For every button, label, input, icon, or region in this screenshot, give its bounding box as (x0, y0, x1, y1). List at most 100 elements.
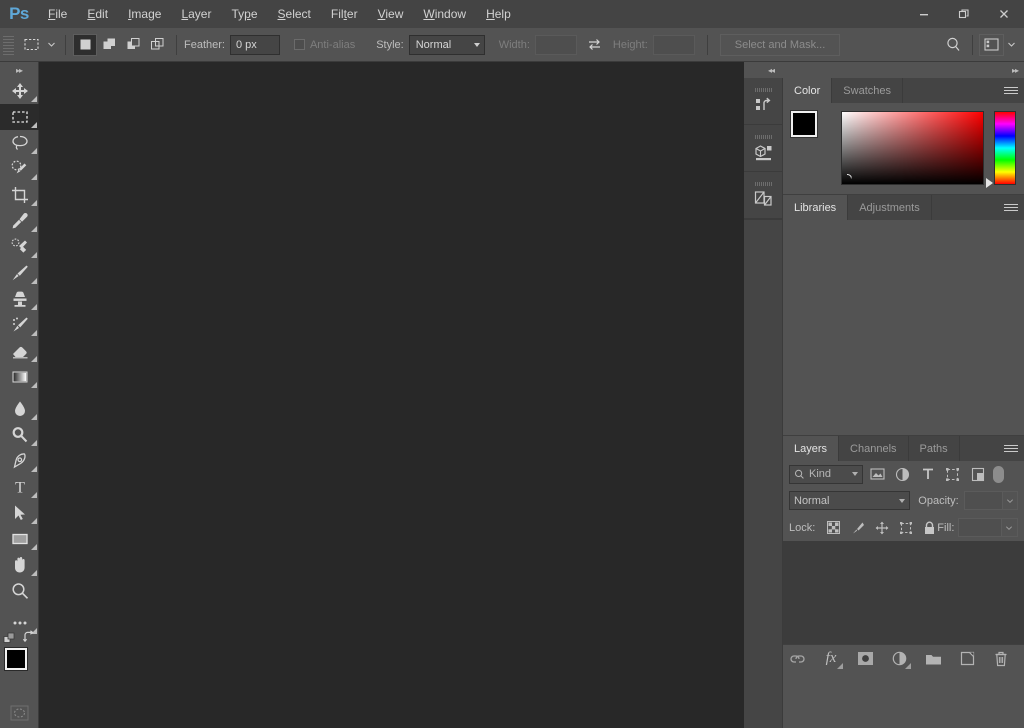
fill-input[interactable] (958, 518, 1002, 537)
reset-default-colors-icon[interactable] (3, 632, 17, 649)
path-selection-tool[interactable] (0, 500, 39, 526)
tab-libraries[interactable]: Libraries (783, 195, 849, 220)
menu-select[interactable]: Select (268, 0, 321, 28)
add-to-selection-button[interactable] (97, 34, 121, 56)
swap-width-height-icon[interactable] (582, 33, 608, 57)
search-icon[interactable] (940, 33, 966, 57)
eraser-tool[interactable] (0, 338, 39, 364)
layers-panel-menu-icon[interactable] (1004, 436, 1018, 461)
expand-panels-icon[interactable]: ▸▸ (1012, 66, 1019, 75)
quick-mask-button[interactable] (0, 700, 39, 726)
color-panel-menu-icon[interactable] (1004, 78, 1018, 103)
color-picker-field[interactable] (840, 111, 984, 185)
layer-style-button[interactable]: fx (822, 650, 843, 669)
restore-button[interactable] (945, 3, 983, 25)
width-input[interactable] (534, 34, 577, 55)
lock-artboard-nesting[interactable] (898, 520, 913, 535)
delete-layer-button[interactable] (992, 650, 1010, 668)
menu-help[interactable]: Help (476, 0, 521, 28)
filter-type-layers[interactable] (919, 466, 936, 483)
filter-enable-toggle[interactable] (993, 465, 1004, 483)
new-layer-button[interactable] (958, 650, 976, 668)
workspace-switcher-button[interactable] (979, 33, 1004, 56)
collapse-panels-icon[interactable]: ◂◂ (768, 66, 775, 75)
dodge-tool[interactable] (0, 422, 39, 448)
clone-stamp-tool[interactable] (0, 286, 39, 312)
type-tool[interactable]: T (0, 474, 39, 500)
rail-history[interactable] (744, 78, 782, 125)
add-layer-mask-button[interactable] (856, 650, 874, 668)
rectangular-marquee-tool[interactable] (0, 104, 39, 130)
layer-kind-filter[interactable]: Kind (789, 464, 863, 484)
new-selection-button[interactable] (73, 33, 97, 56)
rail-properties[interactable] (744, 125, 782, 172)
tool-preset-chevron-down-icon[interactable] (44, 40, 58, 49)
hue-slider[interactable] (994, 111, 1016, 185)
expand-toolbar-icon[interactable]: ▸▸ (0, 62, 38, 78)
eyedropper-tool[interactable] (0, 208, 39, 234)
height-input[interactable] (652, 34, 695, 55)
pen-tool[interactable] (0, 448, 39, 474)
lasso-tool[interactable] (0, 130, 39, 156)
gradient-tool[interactable] (0, 364, 39, 390)
history-brush-tool[interactable] (0, 312, 39, 338)
blur-tool[interactable] (0, 396, 39, 422)
menu-window[interactable]: Window (413, 0, 476, 28)
opacity-chevron-down-icon[interactable] (1003, 491, 1019, 510)
lock-transparent-pixels[interactable] (826, 520, 841, 535)
menu-file[interactable]: File (38, 0, 77, 28)
tab-paths[interactable]: Paths (908, 436, 960, 461)
move-tool[interactable] (0, 78, 39, 104)
anti-alias-box[interactable] (293, 39, 305, 50)
tab-layers[interactable]: Layers (783, 436, 840, 461)
lock-image-pixels[interactable] (850, 520, 865, 535)
filter-smart-objects[interactable] (969, 466, 986, 483)
foreground-color-swatch[interactable] (4, 647, 28, 671)
close-button[interactable] (985, 3, 1023, 25)
zoom-tool[interactable] (0, 578, 39, 604)
menu-filter[interactable]: Filter (321, 0, 368, 28)
subtract-from-selection-button[interactable] (121, 34, 145, 56)
lock-all[interactable] (922, 520, 937, 535)
menu-view[interactable]: View (368, 0, 414, 28)
fill-chevron-down-icon[interactable] (1001, 518, 1018, 537)
swap-colors-icon[interactable] (22, 630, 36, 647)
anti-alias-checkbox[interactable]: Anti-alias (293, 39, 360, 51)
new-group-button[interactable] (924, 650, 942, 668)
tab-swatches[interactable]: Swatches (832, 78, 903, 103)
tab-color[interactable]: Color (783, 78, 833, 103)
rectangle-tool[interactable] (0, 526, 39, 552)
menu-type[interactable]: Type (221, 0, 267, 28)
hand-tool[interactable] (0, 552, 39, 578)
blend-mode-select[interactable]: Normal (789, 491, 911, 510)
filter-shape-layers[interactable] (944, 466, 961, 483)
filter-pixel-layers[interactable] (869, 466, 886, 483)
workspace-chevron-down-icon[interactable] (1004, 40, 1018, 49)
active-tool-icon[interactable] (18, 33, 44, 57)
tab-channels[interactable]: Channels (839, 436, 909, 461)
healing-brush-tool[interactable] (0, 234, 39, 260)
intersect-with-selection-button[interactable] (145, 34, 169, 56)
crop-tool[interactable] (0, 182, 39, 208)
select-and-mask-button[interactable]: Select and Mask... (719, 33, 841, 56)
opacity-input[interactable] (963, 491, 1004, 510)
tab-adjustments[interactable]: Adjustments (848, 195, 932, 220)
rail-layer-comps[interactable] (744, 172, 782, 219)
minimize-button[interactable] (905, 3, 943, 25)
lock-position[interactable] (874, 520, 889, 535)
feather-input[interactable]: 0 px (229, 34, 280, 55)
libraries-panel-menu-icon[interactable] (1004, 195, 1018, 220)
style-select[interactable]: Normal (408, 34, 485, 55)
color-panel-foreground-swatch[interactable] (790, 110, 818, 138)
menu-layer[interactable]: Layer (171, 0, 221, 28)
new-adjustment-layer-button[interactable] (890, 650, 911, 669)
brush-tool[interactable] (0, 260, 39, 286)
link-layers-button[interactable] (788, 650, 806, 668)
filter-adjustment-layers[interactable] (894, 466, 911, 483)
menu-image[interactable]: Image (118, 0, 171, 28)
quick-selection-tool[interactable] (0, 156, 39, 182)
layer-list[interactable] (783, 541, 1024, 644)
canvas-area[interactable] (39, 62, 744, 728)
options-bar-grip[interactable] (3, 34, 14, 55)
menu-edit[interactable]: Edit (77, 0, 118, 28)
